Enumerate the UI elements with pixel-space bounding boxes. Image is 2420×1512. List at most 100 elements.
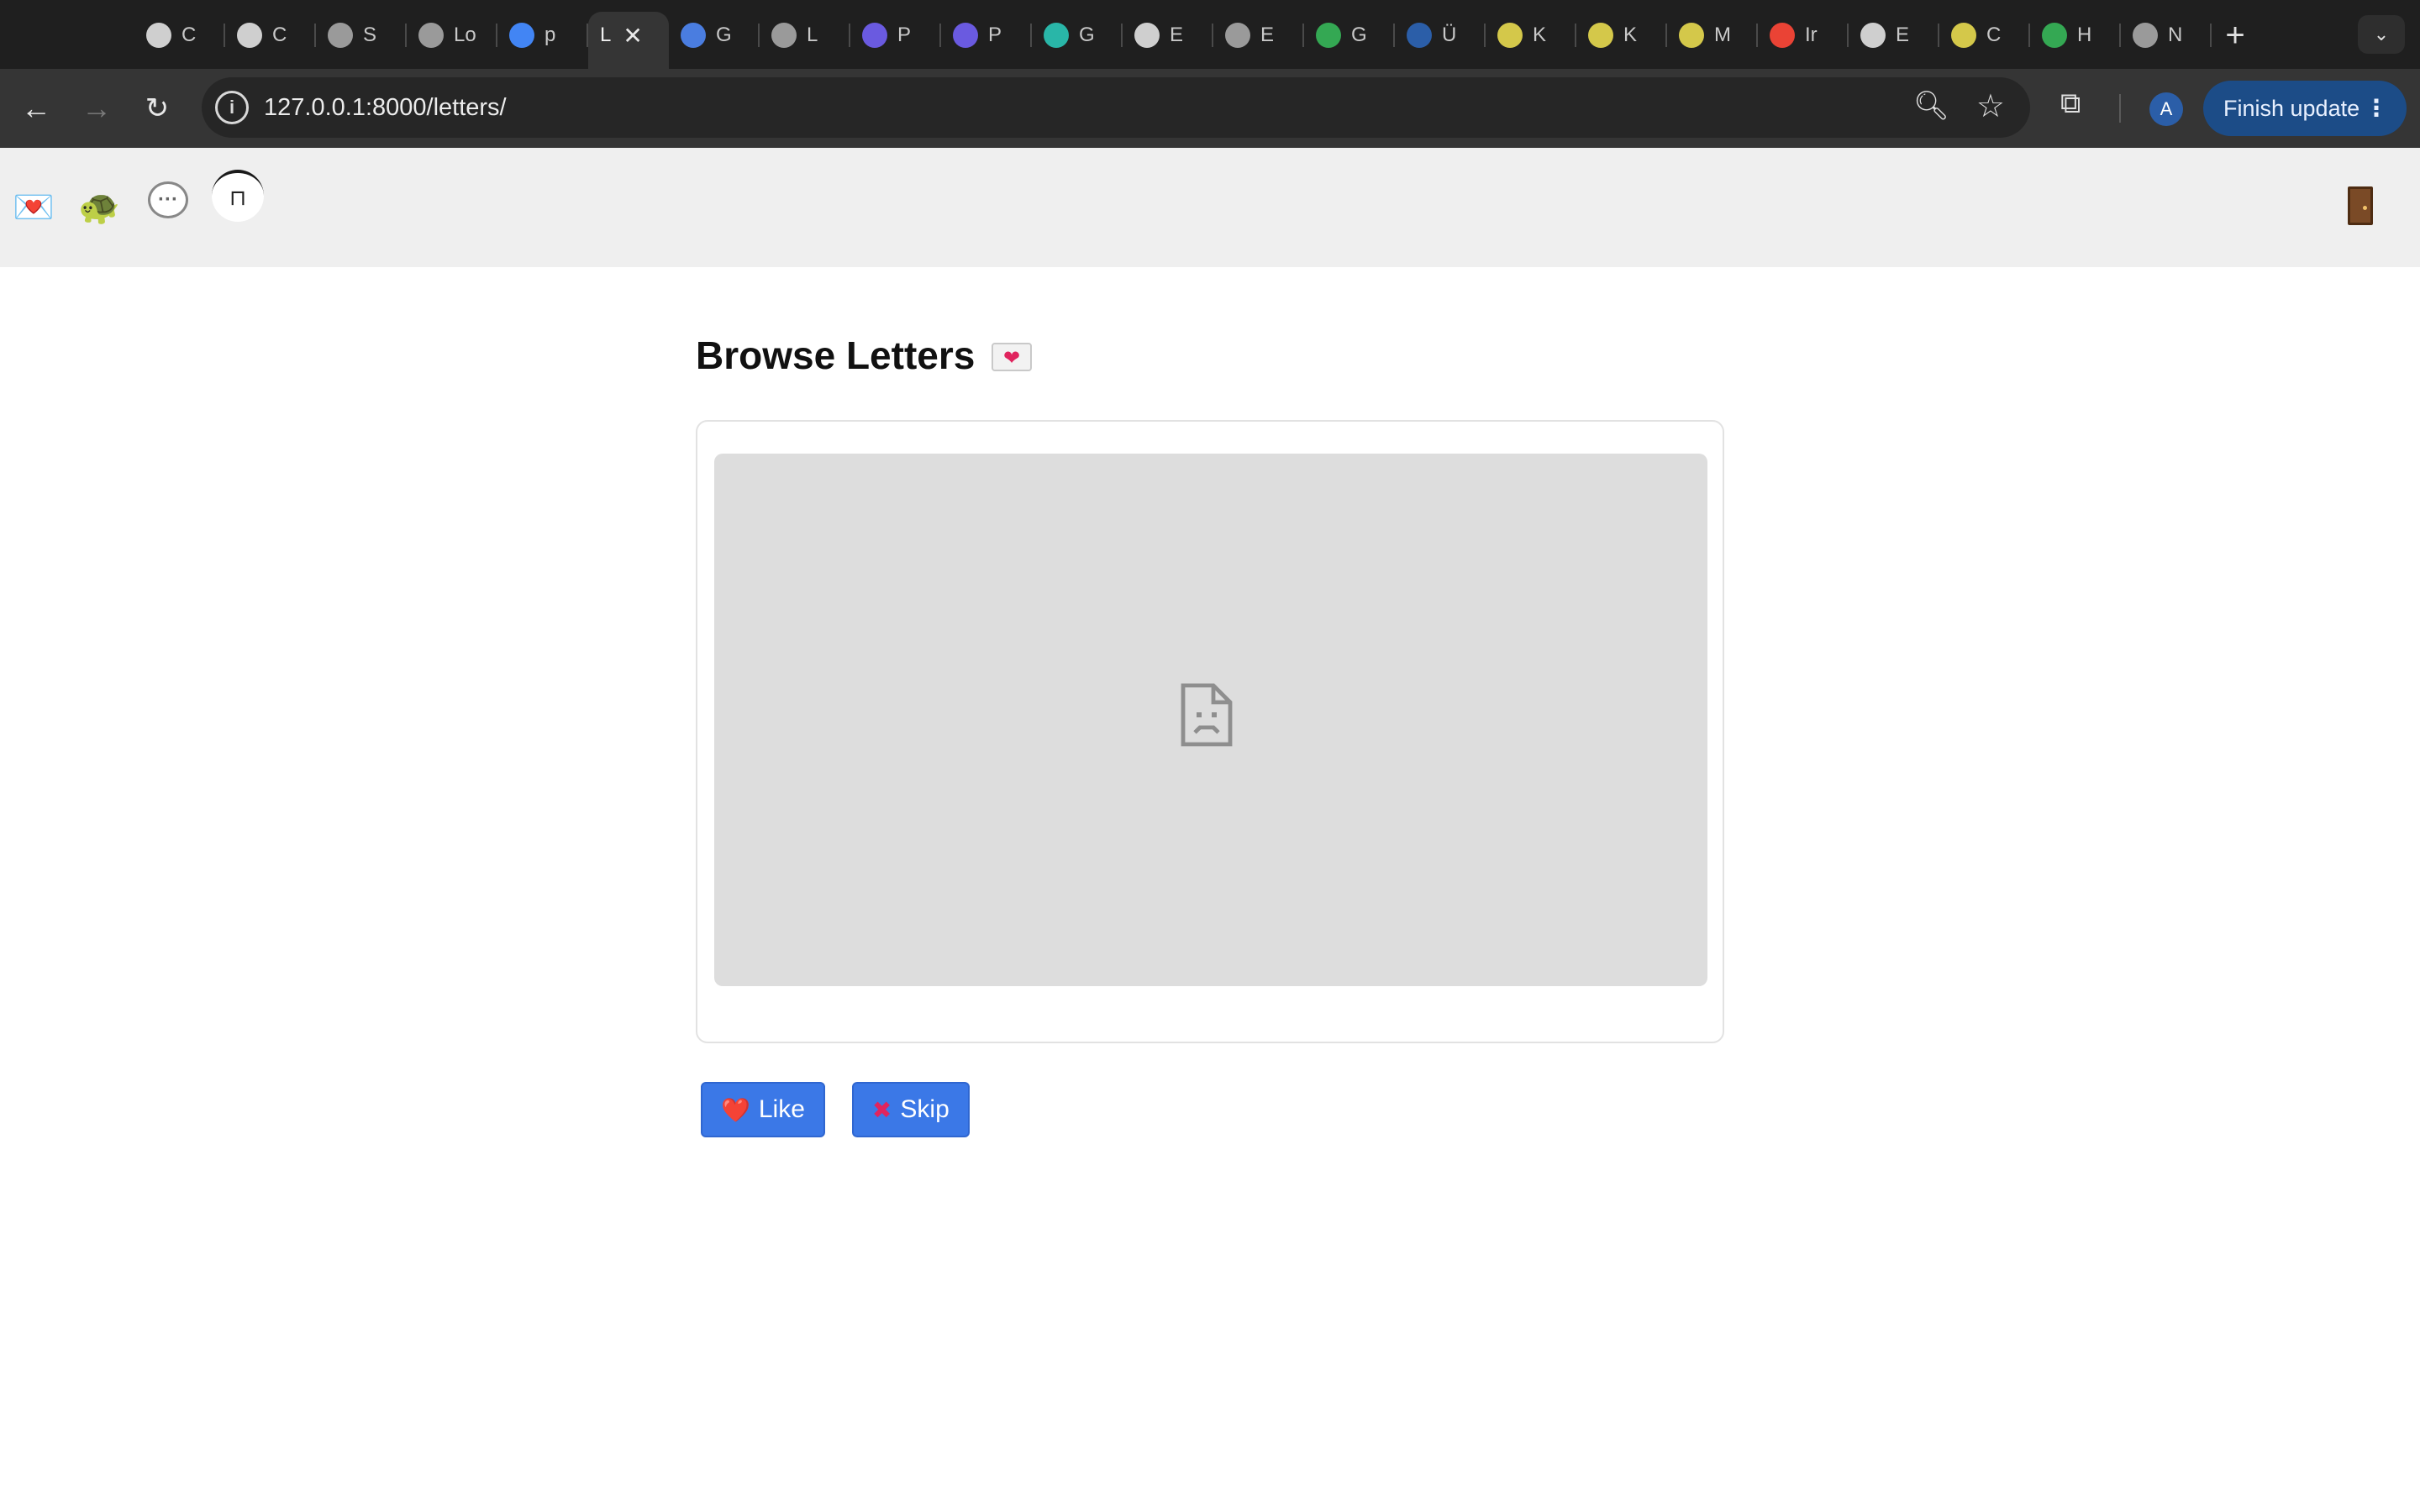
ticket-icon [1588,23,1613,48]
browser-tab-label: C [182,24,197,46]
browser-tab[interactable]: P [850,12,941,59]
browser-tab[interactable]: E [1123,12,1213,59]
zoom-icon[interactable]: 🔍︎ [1913,89,1949,123]
browser-tab-label: E [1896,24,1910,46]
letter-image [714,454,1707,986]
letter-actions: ❤️ Like ✖ Skip [701,1082,997,1137]
browser-tab-label: C [272,24,287,46]
browser-tab-label: K [1533,24,1547,46]
s-icon [862,23,887,48]
browser-tab[interactable]: K [1486,12,1576,59]
love-letter-icon: ❤ [992,343,1032,371]
browser-tab-label: M [1714,24,1731,46]
profile-circle-icon[interactable]: ⊓ [212,170,264,222]
extensions-icon[interactable]: ⧉ [2060,87,2081,120]
gmail-icon [1770,23,1795,48]
chrome-icon [2133,23,2158,48]
browser-tab[interactable]: H [2030,12,2121,59]
globe-icon [328,23,353,48]
ticket-icon [1951,23,1976,48]
browser-tab[interactable]: G [669,12,760,59]
browser-tab-label: P [988,24,1002,46]
browser-tab-label: E [1260,24,1275,46]
ticket-icon [1679,23,1704,48]
chat-bubble-icon[interactable]: ··· [148,181,188,218]
browser-tab-label: L [600,24,612,46]
globe-icon [771,23,797,48]
browser-tab-label: C [1986,24,2002,46]
translate-icon [681,23,706,48]
forward-button[interactable]: → [76,87,118,129]
browser-tab[interactable]: E [1213,12,1304,59]
toolbar-divider [2119,94,2121,123]
new-tab-button[interactable]: + [2212,12,2259,59]
browser-tab[interactable]: C [225,12,316,59]
menu-dots-icon[interactable]: ⋮ [2365,94,2388,122]
browser-tab-label: N [2168,24,2183,46]
logout-door-icon[interactable] [2348,186,2373,225]
maps-icon [1316,23,1341,48]
globe-icon [1225,23,1250,48]
browser-tab[interactable]: K [1576,12,1667,59]
browser-tab[interactable]: C [134,12,225,59]
globe-icon [418,23,444,48]
maps-icon [2042,23,2067,48]
browser-tab-label: G [1079,24,1095,46]
browser-tab-label: S [363,24,377,46]
site-info-icon[interactable]: i [215,91,249,124]
browser-tab-label: Lo [454,24,476,46]
browser-tab[interactable]: S [316,12,407,59]
browser-tab[interactable]: N [2121,12,2212,59]
browser-toolbar: ← → ↻ i 127.0.0.1:8000/letters/ 🔍︎ ☆ ⧉ A… [0,69,2420,148]
tab-search-button[interactable]: ⌄ [2358,15,2405,54]
swirl-icon [1044,23,1069,48]
browser-tab[interactable]: Ir [1758,12,1849,59]
letter-card [696,420,1724,1043]
browser-tab-label: G [716,24,732,46]
browser-tab[interactable]: Lo [407,12,497,59]
reload-button[interactable]: ↻ [136,87,178,129]
tab-list: C C S Lo p L ✕ G L P P G E E G Ü K K M Ir E C H N + [134,12,2259,69]
cross-icon: ✖ [871,1096,892,1123]
address-bar[interactable]: i 127.0.0.1:8000/letters/ 🔍︎ ☆ [202,77,2030,138]
bookmark-star-icon[interactable]: ☆ [1976,87,2005,125]
browser-tab[interactable]: L ✕ [588,12,669,69]
browser-tab-strip: C C S Lo p L ✕ G L P P G E E G Ü K K M Ir E C H N + ⌄ [0,0,2420,69]
browser-tab-label: K [1623,24,1638,46]
s-icon [953,23,978,48]
browser-tab[interactable]: L [760,12,850,59]
skip-button[interactable]: ✖ Skip [851,1082,970,1137]
browser-tab[interactable]: Ü [1395,12,1486,59]
browser-tab[interactable]: p [497,12,588,59]
browser-tab[interactable]: E [1849,12,1939,59]
browser-tab-label: Ü [1442,24,1457,46]
openai-icon [1134,23,1160,48]
browser-tab[interactable]: P [941,12,1032,59]
like-button[interactable]: ❤️ Like [701,1082,825,1137]
back-button[interactable]: ← [15,87,57,129]
browser-tab[interactable]: G [1032,12,1123,59]
browser-tab[interactable]: G [1304,12,1395,59]
turtle-icon[interactable]: 🐢 [76,183,123,230]
ticket-icon [1497,23,1523,48]
browser-tab-label: G [1351,24,1367,46]
browser-tab-label: Ir [1805,24,1818,46]
browser-tab[interactable]: C [1939,12,2030,59]
letters-mail-icon[interactable]: 💌 [10,183,57,230]
url-text: 127.0.0.1:8000/letters/ [264,94,507,121]
finish-update-button[interactable]: Finish update ⋮ [2203,81,2407,136]
browser-tab-label: E [1170,24,1184,46]
browser-tab-label: H [2077,24,2092,46]
app-nav-bar: 💌 🐢 ··· ⊓ [0,148,2420,267]
openai-icon [1860,23,1886,48]
openai-icon [146,23,171,48]
broken-image-icon [1181,683,1233,747]
browser-tab-label: P [897,24,912,46]
google-icon [509,23,534,48]
close-tab-icon[interactable]: ✕ [623,22,642,50]
page-title: Browse Letters [696,333,976,377]
skip-label: Skip [900,1095,950,1123]
browser-tab[interactable]: M [1667,12,1758,59]
like-label: Like [758,1095,805,1123]
profile-avatar[interactable]: A [2149,92,2183,126]
